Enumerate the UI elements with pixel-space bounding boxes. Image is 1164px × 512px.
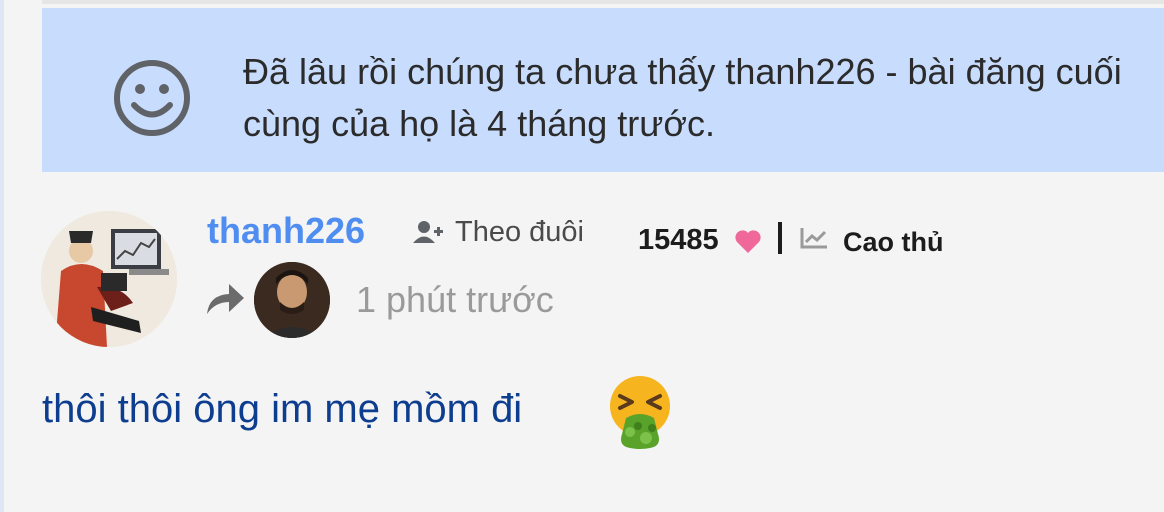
thread-page: Đã lâu rồi chúng ta chưa thấy thanh226 -…: [0, 0, 1164, 512]
smiley-icon: [114, 60, 190, 136]
left-border: [0, 0, 4, 512]
trend-chart-icon: [800, 228, 827, 249]
author-avatar[interactable]: [41, 211, 177, 347]
reply-arrow-icon: [207, 284, 244, 314]
stats-divider: [778, 222, 782, 254]
post-message: thôi thôi ông im mẹ mồm đi: [42, 387, 523, 431]
author-username[interactable]: thanh226: [207, 208, 365, 254]
reputation-points: 15485: [638, 224, 719, 256]
rank-badge: Cao thủ: [843, 227, 944, 257]
follow-button[interactable]: Theo đuôi: [455, 213, 584, 251]
notice-text: Đã lâu rồi chúng ta chưa thấy thanh226 -…: [243, 51, 1122, 144]
author-avatar-image: [41, 211, 177, 347]
vomiting-face-emoji-icon: [610, 376, 670, 449]
inactive-user-notice: Đã lâu rồi chúng ta chưa thấy thanh226 -…: [42, 8, 1164, 172]
top-divider: [42, 0, 1164, 4]
reply-target-avatar-image: [254, 262, 330, 338]
reply-target-avatar[interactable]: [254, 262, 330, 338]
add-user-icon[interactable]: [413, 219, 443, 245]
post-timestamp[interactable]: 1 phút trước: [356, 278, 554, 322]
heart-icon: [735, 230, 761, 253]
